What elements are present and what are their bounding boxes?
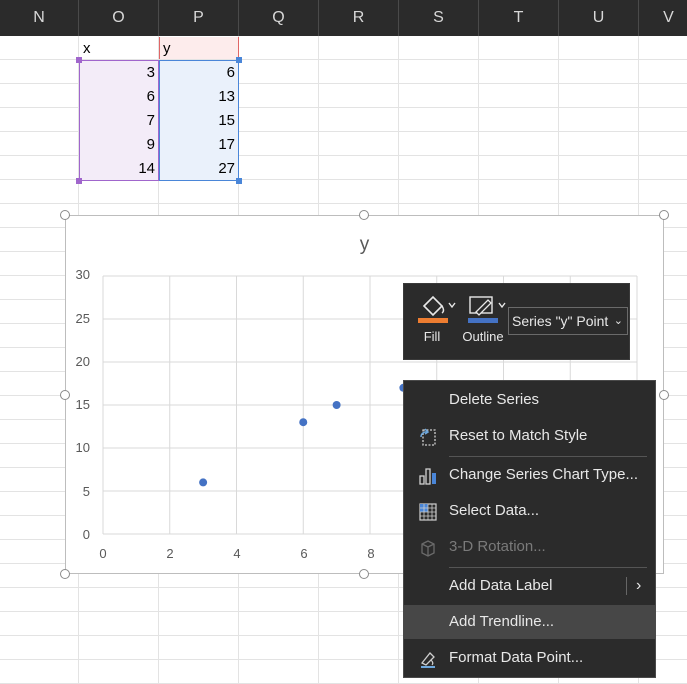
reset-icon (420, 428, 436, 446)
resize-handle-right[interactable] (659, 390, 669, 400)
menu-item-change-series-chart-type[interactable]: Change Series Chart Type... (404, 458, 655, 492)
column-header-q[interactable]: Q (239, 0, 319, 36)
selector-value: Series "y" Point (512, 313, 609, 329)
fill-label: Fill (423, 329, 441, 344)
column-header-o[interactable]: O (79, 0, 159, 36)
fill-button[interactable]: Fill (414, 292, 460, 352)
fill-color-swatch (418, 318, 448, 323)
resize-handle-bottom-left[interactable] (60, 569, 70, 579)
context-menu: Delete Series Reset to Match Style Chang… (403, 380, 656, 678)
resize-handle-top-right[interactable] (659, 210, 669, 220)
menu-item-format-data-point[interactable]: Format Data Point... (404, 641, 655, 675)
menu-item-label: Format Data Point... (449, 649, 584, 666)
x-cell[interactable]: 3 (79, 61, 159, 85)
menu-separator (449, 567, 647, 568)
resize-handle-left[interactable] (60, 390, 70, 400)
rotation-3d-icon (421, 540, 435, 557)
select-data-icon (419, 503, 437, 521)
x-cell[interactable]: 9 (79, 133, 159, 157)
menu-item-label: 3-D Rotation... (449, 538, 546, 555)
column-header-r[interactable]: R (319, 0, 399, 36)
column-header-u[interactable]: U (559, 0, 639, 36)
column-header-p[interactable]: P (159, 0, 239, 36)
data-point[interactable] (332, 401, 341, 409)
menu-item-label: Add Trendline... (449, 613, 555, 630)
y-cell[interactable]: 15 (159, 109, 239, 133)
chevron-down-icon: ⌄ (613, 315, 623, 327)
outline-label: Outline (462, 329, 504, 344)
chart-element-selector[interactable]: Series "y" Point ⌄ (508, 307, 628, 335)
column-header-bar: N O P Q R S T U V (0, 0, 687, 36)
column-header-s[interactable]: S (399, 0, 479, 36)
menu-item-add-trendline[interactable]: Add Trendline... (404, 605, 655, 639)
chart-type-icon (419, 468, 436, 485)
header-y-cell[interactable]: y (159, 37, 239, 61)
menu-item-3d-rotation: 3-D Rotation... (404, 530, 655, 564)
menu-separator (449, 456, 647, 457)
submenu-divider (626, 577, 627, 595)
resize-handle-top-left[interactable] (60, 210, 70, 220)
data-point[interactable] (199, 478, 208, 487)
column-header-v[interactable]: V (639, 0, 687, 36)
resize-handle-top[interactable] (359, 210, 369, 220)
y-cell[interactable]: 17 (159, 133, 239, 157)
x-cell[interactable]: 14 (79, 157, 159, 181)
y-cell[interactable]: 27 (159, 157, 239, 181)
x-cell[interactable]: 7 (79, 109, 159, 133)
resize-handle-bottom[interactable] (359, 569, 369, 579)
outline-color-swatch (468, 318, 498, 323)
format-icon (420, 652, 435, 668)
mini-toolbar: Fill Outline Series "y" Point ⌄ (403, 283, 630, 360)
menu-item-select-data[interactable]: Select Data... (404, 494, 655, 528)
outline-button[interactable]: Outline (462, 292, 508, 352)
x-cell[interactable]: 6 (79, 85, 159, 109)
range-handle[interactable] (76, 178, 82, 184)
data-point[interactable] (299, 418, 308, 427)
column-header-t[interactable]: T (479, 0, 559, 36)
menu-item-label: Add Data Label (449, 577, 553, 594)
menu-item-add-data-label[interactable]: Add Data Label › (404, 569, 655, 603)
column-header-n[interactable]: N (0, 0, 79, 36)
y-cell[interactable]: 6 (159, 61, 239, 85)
menu-item-label: Change Series Chart Type... (449, 466, 638, 483)
chevron-right-icon: › (636, 577, 642, 594)
range-handle[interactable] (76, 57, 82, 63)
menu-item-label: Delete Series (449, 391, 540, 408)
range-handle[interactable] (236, 178, 242, 184)
header-x-cell[interactable]: x (79, 37, 159, 61)
y-cell[interactable]: 13 (159, 85, 239, 109)
menu-item-label: Reset to Match Style (449, 427, 588, 444)
range-handle[interactable] (236, 57, 242, 63)
menu-item-delete-series[interactable]: Delete Series (404, 383, 655, 417)
menu-item-reset-to-match-style[interactable]: Reset to Match Style (404, 419, 655, 453)
menu-item-label: Select Data... (449, 502, 540, 519)
